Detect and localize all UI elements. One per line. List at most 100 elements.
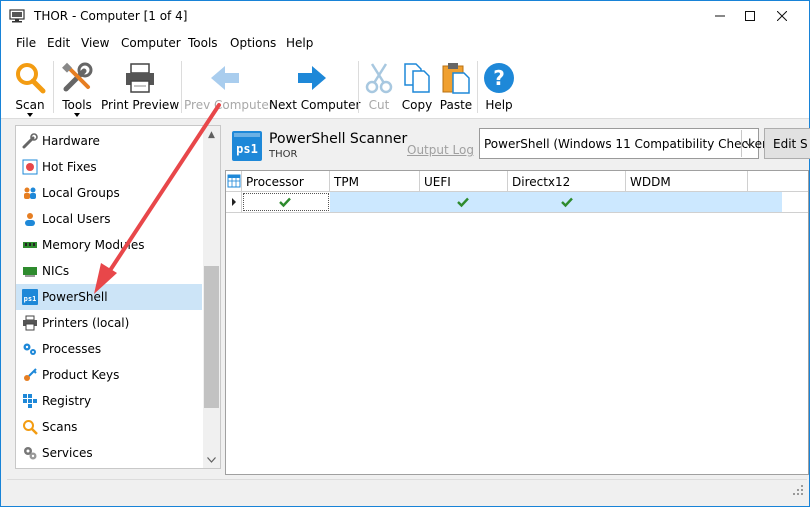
grid-corner[interactable] — [226, 171, 242, 192]
sidebar-item-memory-modules[interactable]: Memory Modules — [16, 232, 202, 258]
sidebar-item-label: Processes — [42, 342, 102, 356]
menu-file[interactable]: File — [16, 36, 36, 50]
sidebar-item-label: Product Keys — [42, 368, 120, 382]
cell-uefi[interactable] — [420, 192, 508, 212]
sidebar-item-label: NICs — [42, 264, 70, 278]
ps-icon-text: ps1 — [236, 142, 258, 156]
table-row[interactable] — [226, 192, 808, 213]
powershell-icon: ps1 — [22, 289, 38, 305]
menu-view[interactable]: View — [81, 36, 109, 50]
status-bar — [7, 479, 807, 499]
sidebar-item-registry[interactable]: Registry — [16, 388, 202, 414]
cut-button[interactable]: Cut — [363, 59, 395, 117]
cell-directx12[interactable] — [508, 192, 626, 212]
sidebar-item-label: Registry — [42, 394, 92, 408]
window-title: THOR - Computer [1 of 4] — [34, 9, 188, 23]
sidebar-item-processes[interactable]: Processes — [16, 336, 202, 362]
svg-text:ps1: ps1 — [24, 295, 37, 303]
service-gears-icon — [22, 445, 38, 461]
help-icon: ? — [482, 61, 516, 95]
magnifier-icon — [13, 61, 47, 95]
tools-button[interactable]: Tools — [56, 59, 98, 117]
chevron-down-icon — [27, 113, 33, 117]
paste-icon — [439, 61, 473, 95]
column-header-wddm[interactable]: WDDM — [626, 171, 748, 192]
sidebar-item-powershell[interactable]: ps1 PowerShell — [16, 284, 202, 310]
output-log-link[interactable]: Output Log — [407, 143, 474, 157]
maximize-button[interactable] — [734, 1, 766, 31]
tools-icon — [60, 61, 94, 95]
row-indicator[interactable] — [226, 192, 242, 212]
sidebar-scrollbar[interactable]: ▲ — [203, 126, 220, 468]
app-window: THOR - Computer [1 of 4] File Edit View … — [0, 0, 810, 507]
cell-tpm[interactable] — [330, 192, 420, 212]
registry-icon — [22, 393, 38, 409]
menu-tools[interactable]: Tools — [188, 36, 218, 50]
scroll-down-icon[interactable] — [203, 451, 220, 468]
menu-options[interactable]: Options — [230, 36, 276, 50]
print-preview-button[interactable]: Print Preview — [101, 59, 179, 117]
sidebar: Hardware Hot Fixes Local Groups Local Users… — [15, 125, 221, 469]
nic-icon — [22, 263, 38, 279]
prev-computer-button[interactable]: Prev Computer — [184, 59, 274, 117]
scissors-icon — [362, 61, 396, 95]
scan-button[interactable]: Scan — [9, 59, 51, 117]
check-icon — [457, 197, 469, 208]
scroll-up-icon[interactable]: ▲ — [203, 126, 220, 143]
powershell-icon: ps1 — [232, 131, 262, 161]
memory-icon — [22, 237, 38, 253]
sidebar-item-printers-local[interactable]: Printers (local) — [16, 310, 202, 336]
user-icon — [22, 211, 38, 227]
toolbar-separator — [358, 61, 359, 113]
printer-icon — [123, 61, 157, 95]
chevron-down-icon[interactable] — [741, 130, 757, 157]
sidebar-item-product-keys[interactable]: Product Keys — [16, 362, 202, 388]
menu-help[interactable]: Help — [286, 36, 313, 50]
toolbar-separator — [477, 61, 478, 113]
scanner-subtitle: THOR — [269, 149, 298, 160]
minimize-button[interactable] — [704, 1, 736, 31]
key-icon — [22, 367, 38, 383]
sidebar-item-services[interactable]: Services — [16, 440, 202, 466]
cell-wddm[interactable] — [626, 192, 782, 212]
row-pointer-icon — [232, 198, 236, 206]
sidebar-item-hot-fixes[interactable]: Hot Fixes — [16, 154, 202, 180]
toolbar: Scan Tools Print Preview Prev Computer N… — [1, 55, 809, 119]
sidebar-item-hardware[interactable]: Hardware — [16, 128, 202, 154]
svg-text:?: ? — [493, 66, 505, 90]
column-header-processor[interactable]: Processor — [242, 171, 330, 192]
sidebar-item-scans[interactable]: Scans — [16, 414, 202, 440]
check-icon — [561, 197, 573, 208]
edit-script-button[interactable]: Edit S — [764, 128, 810, 159]
menu-edit[interactable]: Edit — [47, 36, 70, 50]
script-select[interactable]: PowerShell (Windows 11 Compatibility Che… — [479, 128, 772, 159]
grid-header: Processor TPM UEFI Directx12 WDDM — [226, 171, 808, 192]
toolbar-separator — [53, 61, 54, 113]
menu-computer[interactable]: Computer — [121, 36, 181, 50]
menu-bar: File Edit View Computer Tools Options He… — [1, 31, 809, 55]
close-button[interactable] — [766, 1, 798, 31]
column-header-directx12[interactable]: Directx12 — [508, 171, 626, 192]
sidebar-item-local-users[interactable]: Local Users — [16, 206, 202, 232]
sidebar-item-local-groups[interactable]: Local Groups — [16, 180, 202, 206]
column-header-tpm[interactable]: TPM — [330, 171, 420, 192]
sidebar-item-label: Local Groups — [42, 186, 120, 200]
group-icon — [22, 185, 38, 201]
copy-button[interactable]: Copy — [398, 59, 436, 117]
sidebar-item-label: Memory Modules — [42, 238, 145, 252]
computer-icon — [9, 8, 25, 24]
table-icon — [227, 174, 241, 188]
scanner-panel: ps1 PowerShell Scanner THOR Output Log P… — [223, 125, 810, 475]
column-header-uefi[interactable]: UEFI — [420, 171, 508, 192]
paste-button[interactable]: Paste — [438, 59, 474, 117]
sidebar-item-label: Services — [42, 446, 93, 460]
resize-grip-icon[interactable] — [793, 485, 803, 495]
title-bar: THOR - Computer [1 of 4] — [1, 1, 809, 31]
scanner-title: PowerShell Scanner — [269, 131, 408, 147]
help-button[interactable]: ? Help — [481, 59, 517, 117]
sidebar-item-nics[interactable]: NICs — [16, 258, 202, 284]
cell-processor[interactable] — [242, 192, 330, 212]
sidebar-item-label: Hot Fixes — [42, 160, 97, 174]
scrollbar-thumb[interactable] — [204, 266, 219, 408]
next-computer-button[interactable]: Next Computer — [269, 59, 360, 117]
